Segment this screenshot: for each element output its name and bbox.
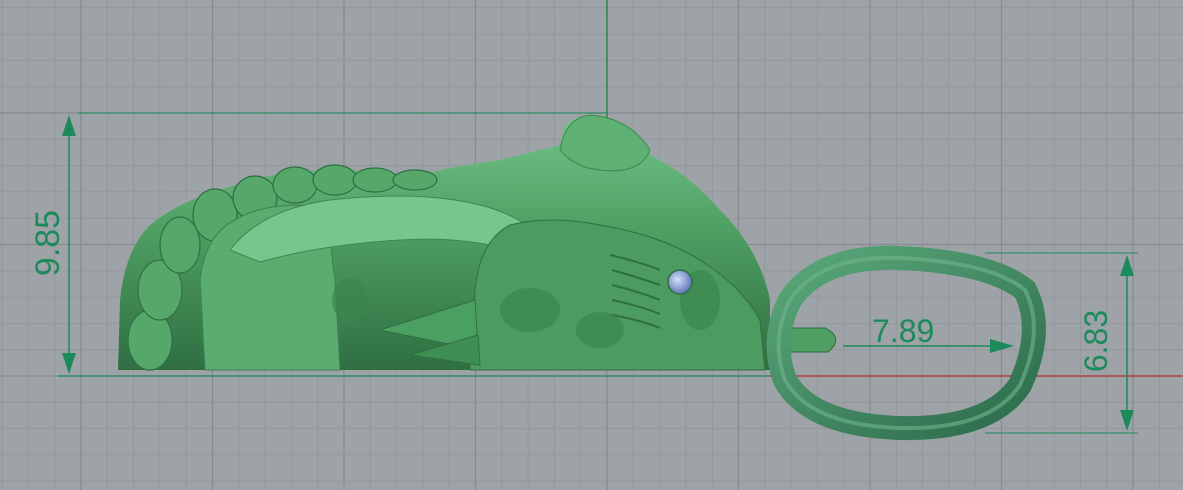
viewport-canvas[interactable] bbox=[0, 0, 1183, 490]
3d-viewport[interactable]: 9.85 7.89 6.83 bbox=[0, 0, 1183, 490]
loop-height-dimension-label[interactable]: 6.83 bbox=[1078, 301, 1114, 381]
loop-width-dimension-label[interactable]: 7.89 bbox=[872, 315, 934, 347]
gem-eye bbox=[667, 269, 693, 295]
height-dimension-label[interactable]: 9.85 bbox=[29, 203, 67, 283]
pendant-model[interactable] bbox=[118, 114, 837, 371]
